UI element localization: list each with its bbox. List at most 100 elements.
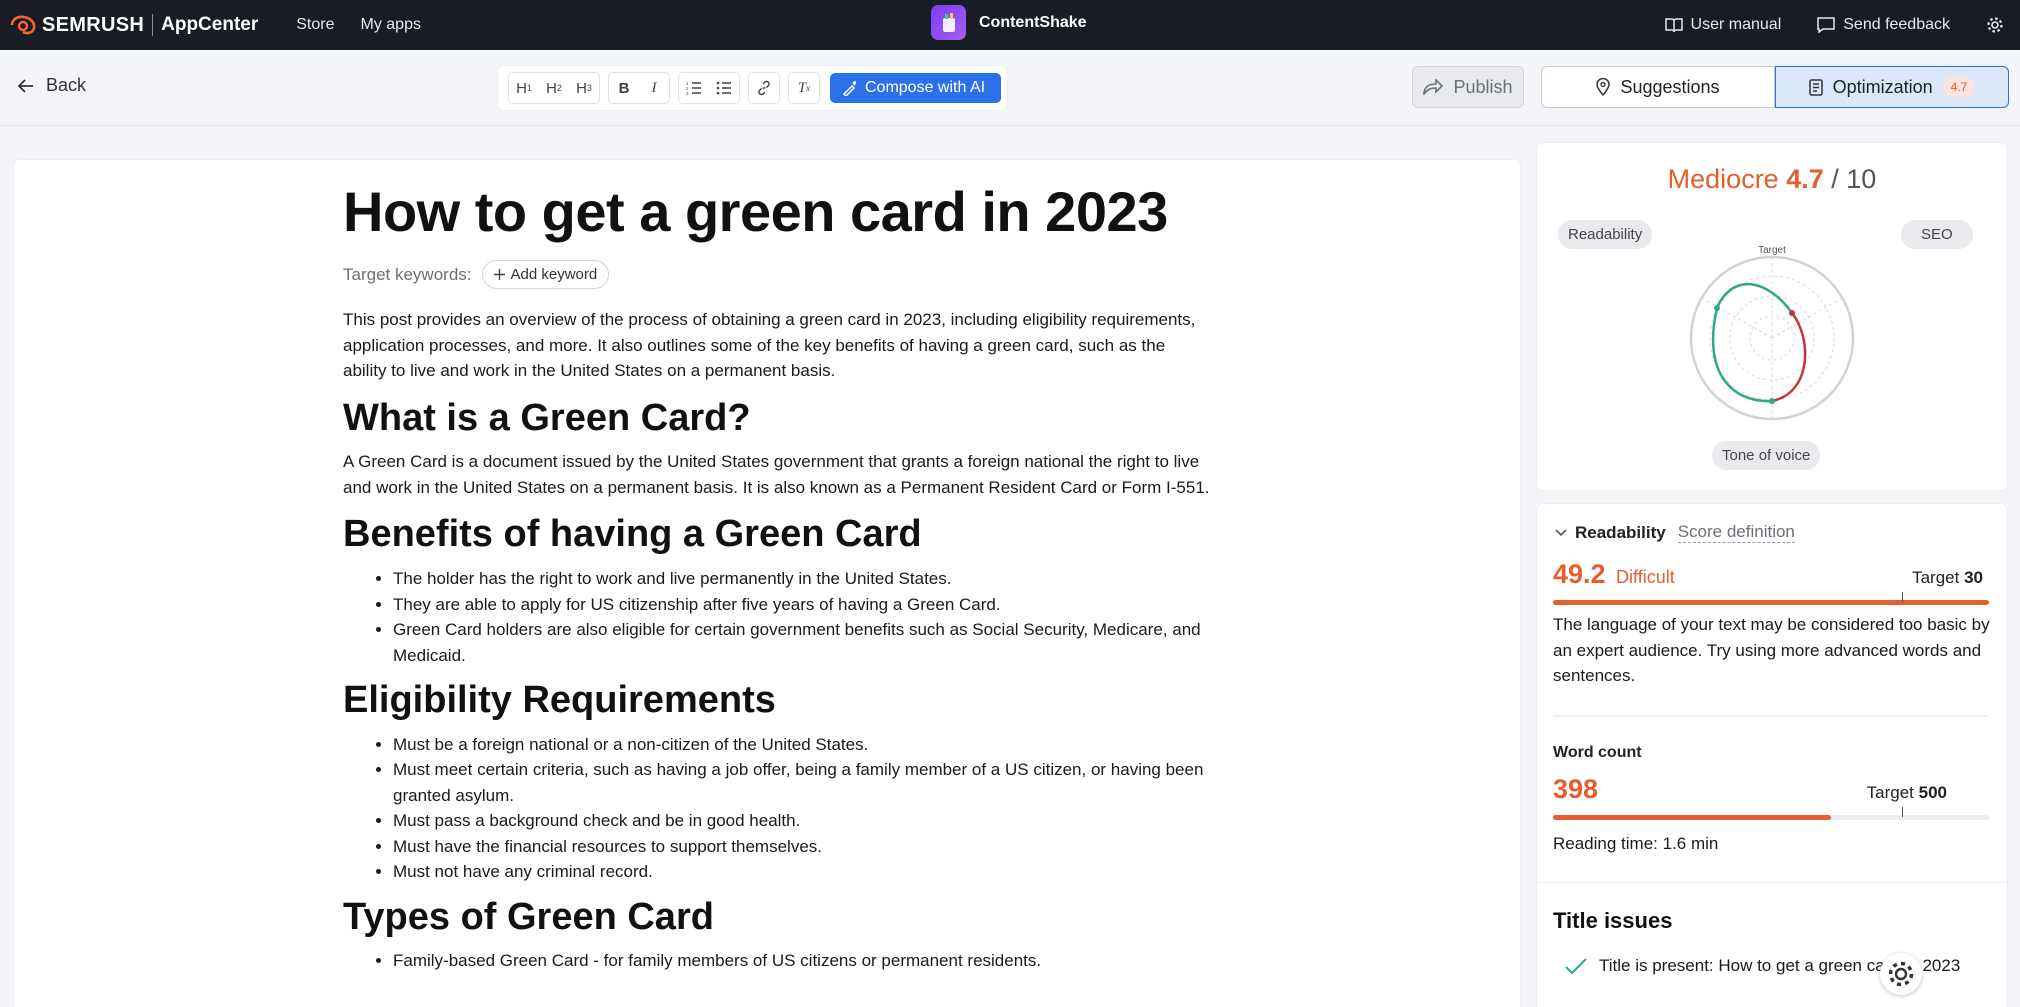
share-arrow-icon bbox=[1423, 79, 1444, 95]
list-item[interactable]: Family-based Green Card - for family mem… bbox=[393, 948, 1213, 974]
section-paragraph[interactable]: A Green Card is a document issued by the… bbox=[343, 449, 1213, 500]
top-bar: SEMRUSH AppCenter Store My apps ContentS… bbox=[0, 0, 2020, 50]
score-definition-link[interactable]: Score definition bbox=[1677, 522, 1795, 543]
list-item[interactable]: Must be a foreign national or a non-citi… bbox=[393, 732, 1213, 758]
list-item[interactable]: Must not have any criminal record. bbox=[393, 859, 1213, 885]
word-count-metric: 398 Target 500 bbox=[1553, 774, 1989, 820]
editor-canvas[interactable]: How to get a green card in 2023 Target k… bbox=[14, 160, 1520, 1007]
intro-paragraph[interactable]: This post provides an overview of the pr… bbox=[343, 307, 1213, 384]
target-keywords-label: Target keywords: bbox=[343, 264, 472, 284]
formatting-toolbar: H1 H2 H3 B I 123 T x Compose with AI bbox=[498, 66, 1008, 110]
user-manual-link[interactable]: User manual bbox=[1664, 16, 1781, 34]
score-max: / 10 bbox=[1831, 164, 1877, 194]
list-item[interactable]: Must meet certain criteria, such as havi… bbox=[393, 757, 1213, 808]
reading-time: Reading time: 1.6 min bbox=[1553, 834, 1719, 853]
bold-button[interactable]: B bbox=[609, 73, 639, 103]
link-icon bbox=[758, 80, 770, 96]
back-button[interactable]: Back bbox=[18, 75, 86, 96]
optimization-score-badge: 4.7 bbox=[1942, 77, 1976, 97]
seo-pill[interactable]: SEO bbox=[1901, 220, 1973, 249]
list-item[interactable]: Must pass a background check and be in g… bbox=[393, 808, 1213, 834]
section-heading[interactable]: Types of Green Card bbox=[343, 895, 1213, 941]
readability-progress-fill bbox=[1553, 600, 1989, 605]
section-heading[interactable]: Eligibility Requirements bbox=[343, 678, 1213, 724]
readability-metric: 49.2 Difficult Target 30 bbox=[1553, 559, 1989, 605]
word-count-progress-bar bbox=[1553, 807, 1989, 820]
document-body[interactable]: How to get a green card in 2023 Target k… bbox=[343, 180, 1213, 984]
style-group: B I bbox=[608, 72, 670, 104]
list-group: 123 bbox=[678, 72, 740, 104]
settings-gear-icon[interactable] bbox=[1986, 16, 2004, 34]
bullet-list-button[interactable] bbox=[709, 73, 739, 103]
italic-button[interactable]: I bbox=[639, 73, 669, 103]
heading-1-button[interactable]: H1 bbox=[509, 73, 539, 103]
score-radar-chart: Target bbox=[1689, 245, 1855, 421]
magic-pen-icon bbox=[842, 80, 856, 96]
readability-progress-bar bbox=[1553, 592, 1989, 605]
appcenter-label: AppCenter bbox=[161, 14, 259, 35]
list-item[interactable]: Must have the financial resources to sup… bbox=[393, 834, 1213, 860]
radar-target-label: Target bbox=[1758, 245, 1786, 256]
ordered-list-button[interactable]: 123 bbox=[679, 73, 709, 103]
section-heading[interactable]: What is a Green Card? bbox=[343, 396, 1213, 442]
tone-of-voice-pill[interactable]: Tone of voice bbox=[1712, 441, 1821, 470]
suggestions-label: Suggestions bbox=[1620, 76, 1720, 97]
tab-suggestions[interactable]: Suggestions bbox=[1541, 66, 1775, 108]
eligibility-list: Must be a foreign national or a non-citi… bbox=[393, 732, 1213, 885]
section-heading[interactable]: Benefits of having a Green Card bbox=[343, 512, 1213, 558]
readability-target: Target 30 bbox=[1912, 568, 1983, 587]
link-group bbox=[748, 72, 780, 104]
chevron-down-icon[interactable] bbox=[1555, 528, 1567, 537]
list-item[interactable]: Green Card holders are also eligible for… bbox=[393, 617, 1213, 668]
clear-format-button[interactable]: Tx bbox=[789, 73, 819, 103]
contentshake-app-icon bbox=[931, 5, 966, 40]
app-name: ContentShake bbox=[979, 13, 1087, 31]
list-item[interactable]: The holder has the right to work and liv… bbox=[393, 566, 1213, 592]
document-icon bbox=[1808, 78, 1823, 96]
card-divider bbox=[1537, 882, 2007, 883]
back-label: Back bbox=[46, 75, 87, 95]
nav-my-apps[interactable]: My apps bbox=[361, 16, 421, 34]
word-count-progress-fill bbox=[1553, 815, 1832, 820]
heading-2-button[interactable]: H2 bbox=[539, 73, 569, 103]
nav-store[interactable]: Store bbox=[296, 16, 334, 34]
ordered-list-icon: 123 bbox=[686, 81, 701, 95]
types-list: Family-based Green Card - for family mem… bbox=[393, 948, 1213, 974]
word-count-value: 398 bbox=[1553, 774, 1599, 804]
brand-name: SEMRUSH bbox=[42, 13, 145, 36]
document-title[interactable]: How to get a green card in 2023 bbox=[343, 180, 1213, 244]
floating-settings-button[interactable] bbox=[1880, 953, 1922, 995]
readability-pill[interactable]: Readability bbox=[1558, 220, 1653, 249]
logo-divider bbox=[152, 14, 154, 36]
target-keywords-row: Target keywords: Add keyword bbox=[343, 260, 1213, 290]
word-count-label: Word count bbox=[1553, 744, 1642, 761]
add-keyword-button[interactable]: Add keyword bbox=[481, 260, 610, 290]
publish-label: Publish bbox=[1453, 76, 1513, 97]
send-feedback-link[interactable]: Send feedback bbox=[1817, 16, 1950, 34]
publish-button[interactable]: Publish bbox=[1412, 66, 1524, 108]
send-feedback-label: Send feedback bbox=[1843, 16, 1950, 33]
heading-3-button[interactable]: H3 bbox=[569, 73, 599, 103]
score-label: Mediocre bbox=[1667, 164, 1779, 194]
top-nav: Store My apps bbox=[296, 16, 421, 34]
word-count-target: Target 500 bbox=[1866, 783, 1947, 802]
compose-with-ai-button[interactable]: Compose with AI bbox=[830, 73, 1002, 103]
list-item[interactable]: They are able to apply for US citizenshi… bbox=[393, 592, 1213, 618]
add-keyword-label: Add keyword bbox=[510, 266, 598, 284]
link-button[interactable] bbox=[749, 73, 779, 103]
map-pin-icon bbox=[1596, 78, 1611, 96]
semrush-logo[interactable]: SEMRUSH AppCenter bbox=[10, 14, 258, 37]
heading-group: H1 H2 H3 bbox=[508, 72, 600, 104]
readability-header[interactable]: Readability Score definition bbox=[1555, 522, 1795, 543]
semrush-flame-icon bbox=[10, 15, 36, 35]
word-count-target-marker bbox=[1901, 807, 1903, 817]
current-app[interactable]: ContentShake bbox=[931, 5, 1087, 40]
clear-group: Tx bbox=[788, 72, 820, 104]
readability-verdict: Difficult bbox=[1616, 567, 1675, 587]
arrow-left-icon bbox=[18, 78, 33, 93]
section-divider bbox=[1553, 715, 1989, 717]
tab-optimization[interactable]: Optimization 4.7 bbox=[1775, 66, 2009, 108]
overall-score: Mediocre 4.7 / 10 bbox=[1537, 164, 2007, 195]
book-icon bbox=[1664, 18, 1683, 33]
plus-icon bbox=[493, 269, 505, 281]
